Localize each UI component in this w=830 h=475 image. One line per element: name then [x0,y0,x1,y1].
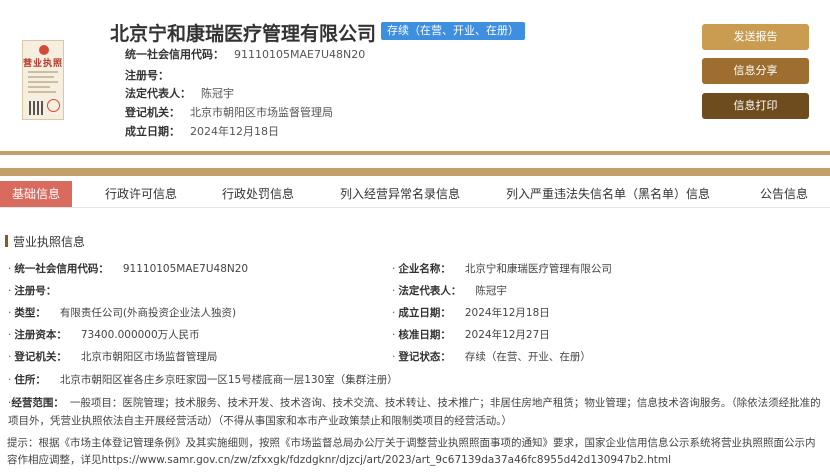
field-registration-status: · 登记状态： 存续（在营、开业、在册） [392,351,591,363]
field-type: · 类型： 有限责任公司(外商投资企业法人独资) [8,307,237,319]
field-registered-capital: · 注册资本： 73400.000000万人民币 [8,329,200,341]
seal-icon [47,99,60,112]
header-est-date-row: 成立日期： 2024年12月18日 [125,125,279,138]
notice-text: 提示：根据《市场主体登记管理条例》及其实施细则，按照《市场监督总局办公厅关于调整… [7,437,816,466]
company-header: 营业执照 北京宁和康瑞医疗管理有限公司 存续（在营、开业、在册） 统一社会信用代… [0,0,830,150]
field-establishment-date: · 成立日期： 2024年12月18日 [392,307,550,319]
tab-underline [0,207,830,208]
header-reg-no-row: 注册号： [125,69,169,82]
header-authority-row: 登记机关： 北京市朝阳区市场监督管理局 [125,106,333,119]
tab-announcements[interactable]: 公告信息 [760,181,808,207]
tab-admin-license[interactable]: 行政许可信息 [105,181,177,207]
field-credit-code: · 统一社会信用代码： 91110105MAE7U48N20 [8,263,249,275]
tab-admin-penalty[interactable]: 行政处罚信息 [222,181,294,207]
tab-abnormal-operation[interactable]: 列入经营异常名录信息 [340,181,460,207]
section-title: 营业执照信息 [5,233,85,250]
share-info-button[interactable]: 信息分享 [702,58,809,84]
business-license-thumbnail[interactable]: 营业执照 [22,40,64,120]
divider [0,151,830,155]
field-registration-authority: · 登记机关： 北京市朝阳区市场监督管理局 [8,351,218,363]
field-company-name: · 企业名称： 北京宁和康瑞医疗管理有限公司 [392,263,612,275]
tab-basic-info[interactable]: 基础信息 [0,181,73,207]
license-thumbnail-title: 营业执照 [23,59,64,69]
status-badge: 存续（在营、开业、在册） [381,22,525,40]
info-tabs: 基础信息 行政许可信息 行政处罚信息 列入经营异常名录信息 列入严重违法失信名单… [0,181,830,207]
field-business-scope: ·经营范围： 一般项目：医院管理；技术服务、技术开发、技术咨询、技术交流、技术转让… [8,397,821,427]
field-address: · 住所： 北京市朝阳区崔各庄乡京旺家园一区15号楼底商一层130室（集群注册） [8,374,398,386]
field-reg-no: · 注册号： [8,285,57,297]
divider [0,168,830,176]
header-legal-rep-row: 法定代表人： 陈冠宇 [125,87,234,100]
qr-code-icon [29,101,43,115]
company-name: 北京宁和康瑞医疗管理有限公司 [110,23,377,45]
tab-blacklist[interactable]: 列入严重违法失信名单（黑名单）信息 [506,181,710,207]
field-legal-representative: · 法定代表人： 陈冠宇 [392,285,507,297]
send-report-button[interactable]: 发送报告 [702,24,809,50]
header-credit-code-row: 统一社会信用代码： 91110105MAE7U48N20 [125,48,366,61]
national-emblem-icon [39,45,49,55]
field-approval-date: · 核准日期： 2024年12月27日 [392,329,550,341]
print-info-button[interactable]: 信息打印 [702,93,809,119]
